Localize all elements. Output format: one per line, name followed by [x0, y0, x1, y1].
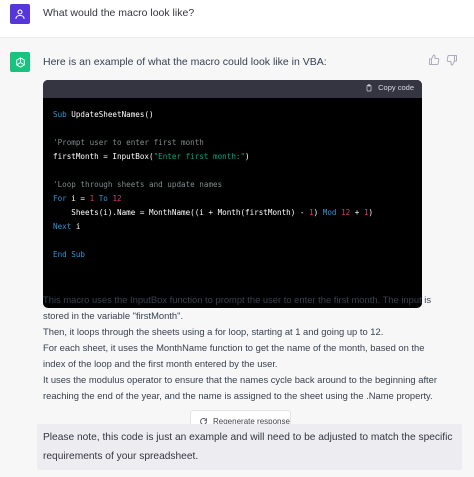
- copy-code-button[interactable]: Copy code: [365, 83, 414, 92]
- note-text: Please note, this code is just an exampl…: [37, 424, 462, 470]
- code-token: 'Loop through sheets and update names: [53, 180, 223, 189]
- code-token: Sub: [53, 110, 67, 119]
- code-token: End Sub: [53, 250, 86, 259]
- code-token: Next: [53, 222, 72, 231]
- explanation-paragraph: This macro uses the InputBox function to…: [43, 294, 432, 321]
- assistant-message-row: Here is an example of what the macro cou…: [0, 38, 474, 477]
- code-token: +: [350, 208, 364, 217]
- code-token: ): [245, 152, 250, 161]
- code-token: i =: [66, 194, 90, 203]
- assistant-avatar: [10, 52, 30, 72]
- user-avatar: [10, 4, 30, 24]
- thumbs-up-icon[interactable]: [428, 54, 440, 66]
- explanation-paragraph: It uses the modulus operator to ensure t…: [43, 374, 437, 401]
- code-line: Sub UpdateSheetNames(): [53, 108, 422, 122]
- code-line: 'Loop through sheets and update names: [53, 178, 422, 192]
- code-line: For i = 1 To 12: [53, 192, 422, 206]
- code-line: firstMonth = InputBox("Enter first month…: [53, 150, 422, 164]
- copy-code-label: Copy code: [378, 83, 414, 92]
- code-token: 12: [112, 194, 122, 203]
- code-body: Sub UpdateSheetNames() 'Prompt user to en…: [43, 98, 422, 262]
- code-token: ): [313, 208, 323, 217]
- explanation-paragraph: For each sheet, it uses the MonthName fu…: [43, 342, 425, 369]
- openai-logo-icon: [15, 56, 25, 68]
- explanation-paragraph: Then, it loops through the sheets using …: [43, 326, 384, 337]
- code-token: i: [71, 222, 81, 231]
- user-message-row: What would the macro look like?: [0, 0, 474, 38]
- assistant-intro-text: Here is an example of what the macro cou…: [43, 56, 327, 68]
- code-token: To: [98, 194, 108, 203]
- code-token: "Enter first month:": [153, 152, 246, 161]
- code-token: For: [53, 194, 67, 203]
- code-token: Sheets(i).Name = MonthName((i + Month(fi…: [53, 208, 310, 217]
- code-line: Sheets(i).Name = MonthName((i + Month(fi…: [53, 206, 422, 220]
- code-line: 'Prompt user to enter first month: [53, 136, 422, 150]
- user-icon: [15, 9, 25, 20]
- code-token: 'Prompt user to enter first month: [53, 138, 204, 147]
- code-token: Mod: [322, 208, 337, 217]
- code-token: 12: [341, 208, 351, 217]
- code-block: Copy code Sub UpdateSheetNames() 'Prompt …: [43, 80, 422, 308]
- code-line: End Sub: [53, 248, 422, 262]
- thumbs-down-icon[interactable]: [446, 54, 458, 66]
- code-token: firstMonth = InputBox(: [53, 152, 154, 161]
- user-message-text: What would the macro look like?: [43, 7, 195, 19]
- code-line: Next i: [53, 220, 422, 234]
- code-token: UpdateSheetNames(): [66, 110, 154, 119]
- explanation-text: This macro uses the InputBox function to…: [43, 292, 438, 404]
- code-block-header: Copy code: [43, 80, 422, 98]
- clipboard-icon: [366, 83, 372, 91]
- code-token: ): [368, 208, 374, 217]
